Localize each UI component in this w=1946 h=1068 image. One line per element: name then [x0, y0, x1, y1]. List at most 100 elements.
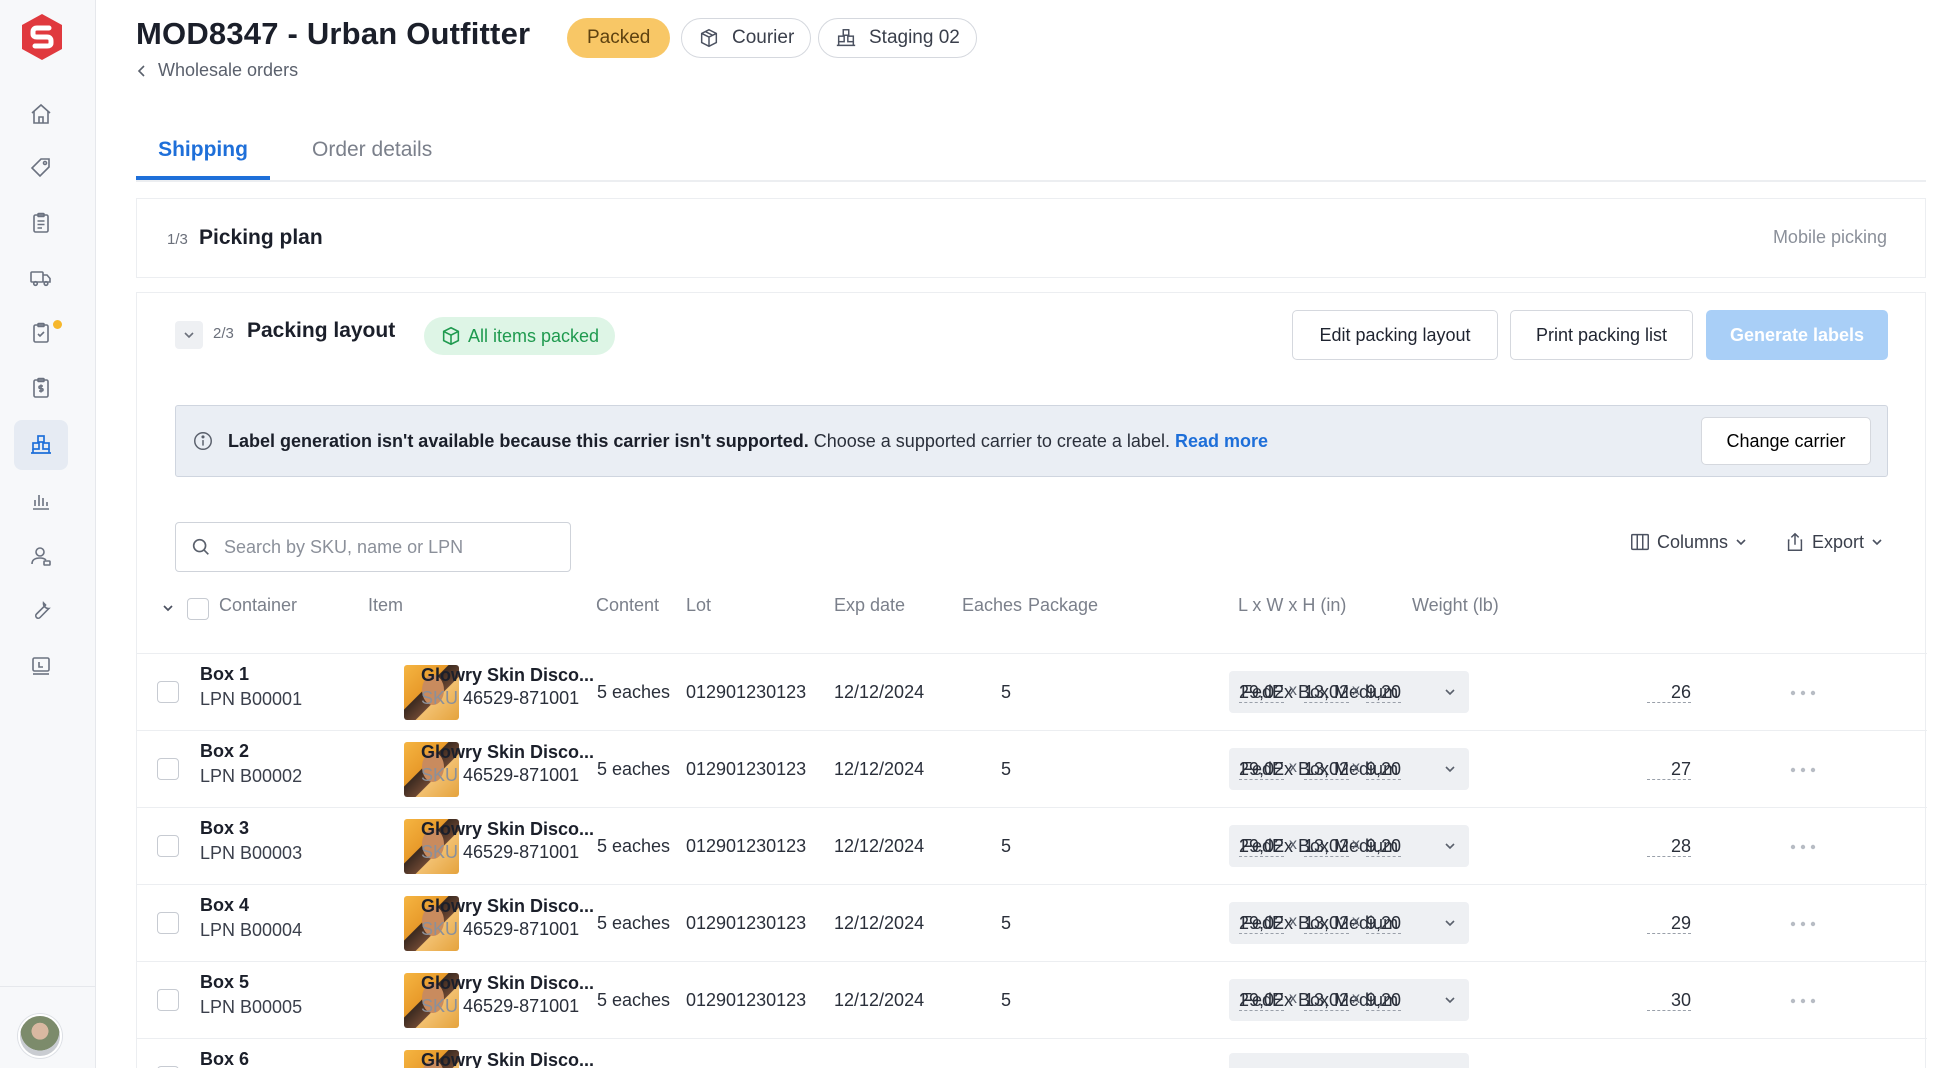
print-packing-list-button[interactable]: Print packing list	[1510, 310, 1693, 360]
box-icon	[700, 28, 718, 48]
wrench-icon	[35, 600, 51, 619]
nav-home[interactable]	[14, 89, 68, 139]
edit-packing-layout-button[interactable]: Edit packing layout	[1292, 310, 1498, 360]
length-field[interactable]: 29,02	[1239, 682, 1285, 703]
item-sku: SKU 46529-871001	[421, 996, 580, 1016]
table-row[interactable]: Box 6 Glowry Skin Disco... x x	[137, 1039, 1927, 1068]
more-actions-icon[interactable]	[1790, 690, 1816, 696]
search-icon	[192, 538, 209, 555]
width-field[interactable]: 13,02	[1304, 759, 1350, 780]
nav-tags[interactable]	[14, 143, 68, 193]
tab-order-details[interactable]: Order details	[312, 128, 432, 180]
sidebar-divider	[0, 986, 96, 987]
user-avatar[interactable]	[18, 1014, 62, 1058]
height-field[interactable]: 9,20	[1366, 759, 1402, 780]
nav-customers[interactable]	[14, 531, 68, 581]
more-actions-icon[interactable]	[1790, 921, 1816, 927]
item-name[interactable]: Glowry Skin Disco...	[421, 819, 594, 840]
col-exp-date[interactable]: Exp date	[834, 595, 905, 616]
columns-icon	[1631, 533, 1649, 551]
export-icon	[1787, 532, 1803, 551]
table-row[interactable]: Box 1 LPN B00001 Glowry Skin Disco... SK…	[137, 654, 1927, 731]
step-indicator: 1/3	[167, 231, 188, 248]
nav-warehouse[interactable]	[14, 420, 68, 470]
collapse-toggle[interactable]	[175, 321, 203, 349]
col-item[interactable]: Item	[368, 595, 403, 616]
item-name[interactable]: Glowry Skin Disco...	[421, 665, 594, 686]
breadcrumb-link[interactable]: Wholesale orders	[158, 60, 298, 81]
search-input[interactable]	[224, 536, 554, 558]
col-dimensions[interactable]: L x W x H (in)	[1238, 595, 1346, 616]
item-name[interactable]: Glowry Skin Disco...	[421, 973, 594, 994]
weight-field[interactable]: 30	[1647, 990, 1691, 1011]
search-box[interactable]	[175, 522, 571, 572]
height-field[interactable]: 9,20	[1366, 990, 1402, 1011]
row-checkbox[interactable]	[157, 989, 179, 1011]
nav-orders[interactable]	[14, 198, 68, 248]
col-weight[interactable]: Weight (lb)	[1412, 595, 1499, 616]
item-name[interactable]: Glowry Skin Disco...	[421, 896, 594, 917]
width-field[interactable]: 13,02	[1304, 836, 1350, 857]
nav-returns[interactable]	[14, 308, 68, 358]
length-field[interactable]: 29,02	[1239, 759, 1285, 780]
nav-tools[interactable]	[14, 586, 68, 636]
breadcrumb[interactable]: Wholesale orders	[134, 60, 298, 81]
item-name[interactable]: Glowry Skin Disco...	[421, 742, 594, 763]
row-checkbox[interactable]	[157, 912, 179, 934]
more-actions-icon[interactable]	[1790, 767, 1816, 773]
more-actions-icon[interactable]	[1790, 998, 1816, 1004]
row-checkbox[interactable]	[157, 835, 179, 857]
col-package[interactable]: Package	[1028, 595, 1098, 616]
more-actions-icon[interactable]	[1790, 844, 1816, 850]
export-menu[interactable]: Export	[1784, 531, 1884, 553]
table-row[interactable]: Box 2 LPN B00002 Glowry Skin Disco... SK…	[137, 731, 1927, 808]
row-checkbox[interactable]	[157, 681, 179, 703]
lpn-label: LPN B00004	[200, 920, 303, 940]
container-name: Box 2	[200, 741, 250, 761]
col-lot[interactable]: Lot	[686, 595, 711, 616]
col-content[interactable]: Content	[596, 595, 659, 616]
packing-layout-section: 2/3 Packing layout All items packed Edit…	[136, 292, 1927, 1068]
brand-logo[interactable]	[18, 12, 66, 62]
generate-labels-button[interactable]: Generate labels	[1706, 310, 1888, 360]
weight-field[interactable]: 29	[1647, 913, 1691, 934]
expand-all-chevron-icon[interactable]	[161, 601, 175, 615]
select-all-checkbox[interactable]	[187, 598, 209, 620]
nav-shipments[interactable]	[14, 253, 68, 303]
chevron-down-icon	[1445, 920, 1455, 927]
item-name[interactable]: Glowry Skin Disco...	[421, 1050, 594, 1068]
home-icon	[31, 103, 51, 124]
nav-analytics[interactable]	[14, 476, 68, 526]
length-field[interactable]: 29,02	[1239, 990, 1285, 1011]
table-row[interactable]: Box 4 LPN B00004 Glowry Skin Disco... SK…	[137, 885, 1927, 962]
lot-value: 012901230123	[686, 682, 807, 702]
tab-shipping[interactable]: Shipping	[136, 128, 270, 180]
row-checkbox[interactable]	[157, 758, 179, 780]
length-field[interactable]: 29,02	[1239, 836, 1285, 857]
change-carrier-button[interactable]: Change carrier	[1701, 417, 1871, 465]
length-field[interactable]: 29,02	[1239, 913, 1285, 934]
container-name: Box 6	[200, 1049, 250, 1068]
width-field[interactable]: 13,02	[1304, 913, 1350, 934]
height-field[interactable]: 9,20	[1366, 836, 1402, 857]
table-row[interactable]: Box 3 LPN B00003 Glowry Skin Disco... SK…	[137, 808, 1927, 885]
col-eaches[interactable]: Eaches	[962, 595, 1022, 616]
height-field[interactable]: 9,20	[1366, 682, 1402, 703]
columns-menu[interactable]: Columns	[1629, 531, 1748, 553]
status-badge: Packed	[567, 18, 671, 58]
chevron-down-icon	[1445, 689, 1455, 696]
package-select[interactable]	[1229, 1053, 1469, 1068]
nav-billing[interactable]	[14, 363, 68, 413]
location-badge: Staging 02	[818, 18, 977, 58]
read-more-link[interactable]: Read more	[1175, 431, 1268, 452]
picking-plan-section: 1/3 Picking plan Mobile picking	[136, 198, 1926, 278]
weight-field[interactable]: 27	[1647, 759, 1691, 780]
nav-integrations[interactable]	[14, 641, 68, 691]
height-field[interactable]: 9,20	[1366, 913, 1402, 934]
col-container[interactable]: Container	[219, 595, 297, 616]
weight-field[interactable]: 26	[1647, 682, 1691, 703]
width-field[interactable]: 13,02	[1304, 990, 1350, 1011]
weight-field[interactable]: 28	[1647, 836, 1691, 857]
width-field[interactable]: 13,02	[1304, 682, 1350, 703]
table-row[interactable]: Box 5 LPN B00005 Glowry Skin Disco... SK…	[137, 962, 1927, 1039]
